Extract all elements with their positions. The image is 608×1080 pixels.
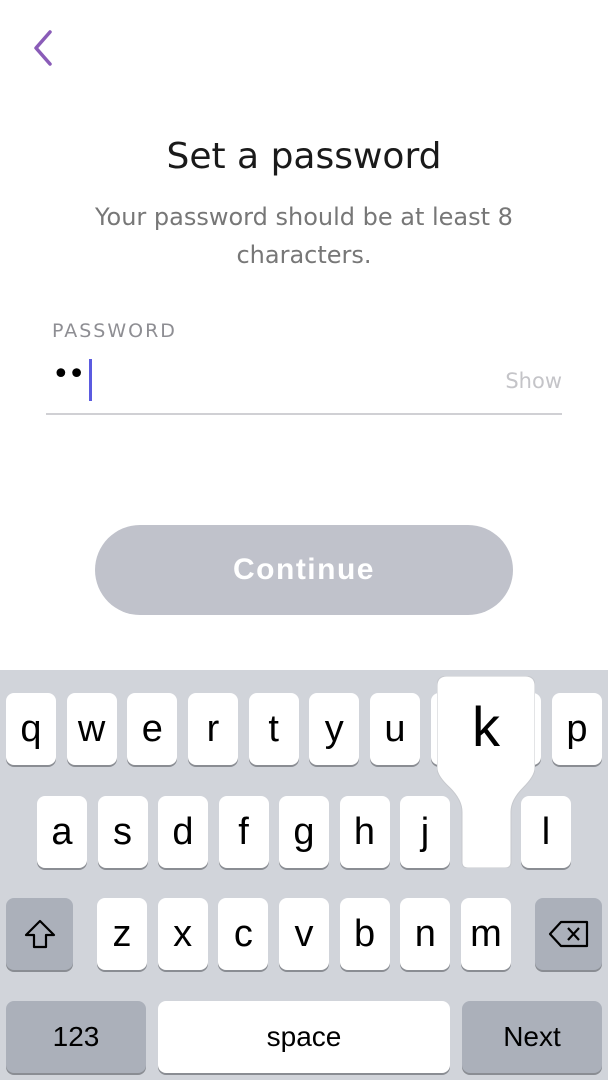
key-c[interactable]: c xyxy=(218,898,269,970)
key-s[interactable]: s xyxy=(97,796,148,868)
key-preview-popup: k xyxy=(436,675,536,872)
key-g[interactable]: g xyxy=(279,796,329,868)
key-x[interactable]: x xyxy=(157,898,208,970)
page-subtitle: Your password should be at least 8 chara… xyxy=(95,203,513,269)
shift-icon xyxy=(24,919,55,949)
continue-button[interactable]: Continue xyxy=(95,525,513,615)
key-e[interactable]: e xyxy=(127,693,178,765)
backspace-key[interactable] xyxy=(535,898,602,970)
key-z[interactable]: z xyxy=(97,898,147,970)
key-n[interactable]: n xyxy=(400,898,451,970)
back-chevron-icon[interactable] xyxy=(28,28,58,68)
page-title: Set a password xyxy=(166,136,442,177)
password-value: •• xyxy=(52,357,85,392)
key-h[interactable]: h xyxy=(339,796,390,868)
key-m[interactable]: m xyxy=(460,898,511,970)
key-w[interactable]: w xyxy=(66,693,117,765)
key-q[interactable]: q xyxy=(6,693,56,765)
backspace-icon xyxy=(548,920,588,948)
popup-key-letter: k xyxy=(472,695,500,758)
keyboard-row-3: zxcvbnm xyxy=(97,898,511,970)
key-f[interactable]: f xyxy=(218,796,269,868)
key-t[interactable]: t xyxy=(248,693,299,765)
key-v[interactable]: v xyxy=(278,898,329,970)
show-password-button[interactable]: Show xyxy=(505,369,562,393)
numbers-key[interactable]: 123 xyxy=(6,1001,146,1073)
key-y[interactable]: y xyxy=(309,693,360,765)
key-b[interactable]: b xyxy=(339,898,390,970)
key-u[interactable]: u xyxy=(369,693,420,765)
key-r[interactable]: r xyxy=(187,693,238,765)
next-key[interactable]: Next xyxy=(462,1001,602,1073)
key-d[interactable]: d xyxy=(158,796,208,868)
password-label: PASSWORD xyxy=(52,320,177,342)
space-key[interactable]: space xyxy=(158,1001,450,1073)
key-p[interactable]: p xyxy=(551,693,602,765)
key-a[interactable]: a xyxy=(37,796,87,868)
password-input[interactable]: •• Show xyxy=(46,355,562,415)
shift-key[interactable] xyxy=(6,898,73,970)
text-caret xyxy=(89,359,92,401)
